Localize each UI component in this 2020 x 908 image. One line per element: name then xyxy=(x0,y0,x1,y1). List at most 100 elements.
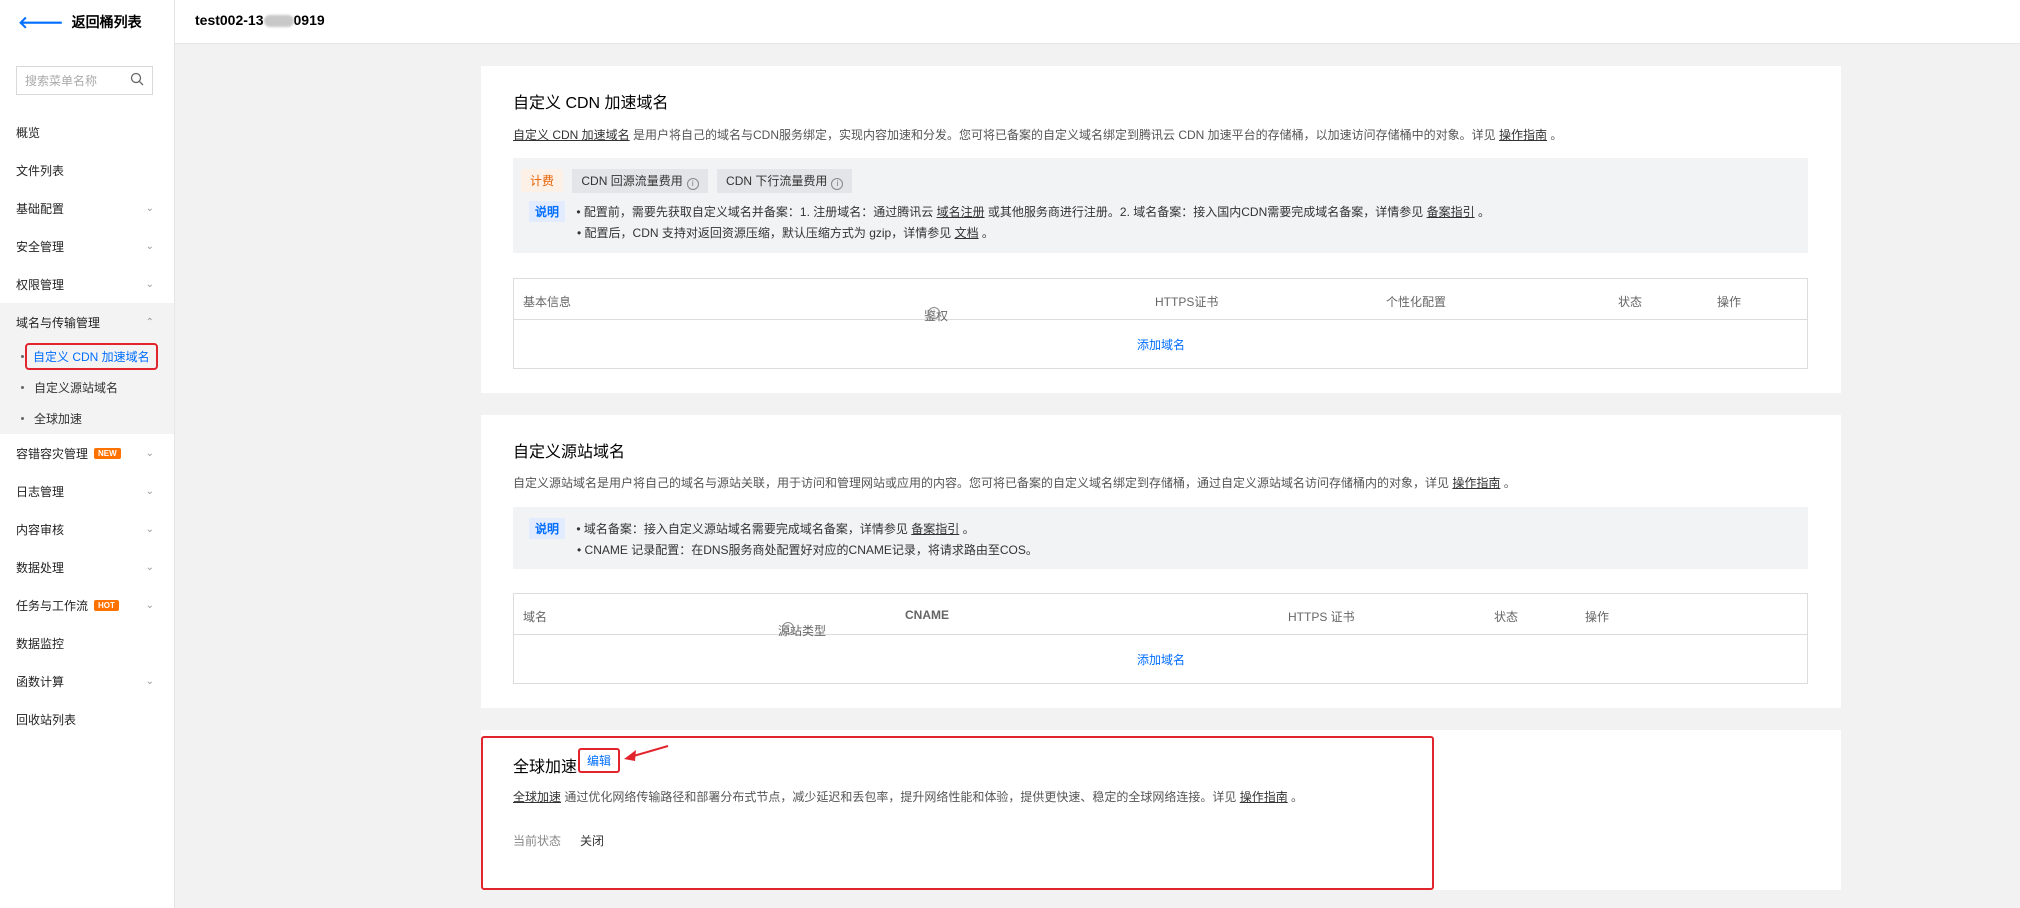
new-badge: NEW xyxy=(94,447,121,459)
sidebar-item-label: 日志管理 xyxy=(16,484,65,499)
table-body: 添加域名 xyxy=(514,320,1807,368)
sidebar-item-function[interactable]: 函数计算 ⌄ xyxy=(0,662,174,700)
sidebar-item-data[interactable]: 数据处理 ⌄ xyxy=(0,548,174,586)
note-row-1: 说明 • 配置前，需要先获取自定义域名并备案：1. 注册域名：通过腾讯云 域名注… xyxy=(529,201,1490,222)
table-body: 添加域名 xyxy=(514,635,1807,683)
sidebar-item-label: 内容审核 xyxy=(16,522,65,537)
note-text: • 域名备案：接入自定义源站域名需要完成域名备案，详情参见 xyxy=(576,522,912,536)
chevron-down-icon: ⌄ xyxy=(145,523,154,535)
bullet-icon xyxy=(21,386,24,389)
panel-title: 自定义 CDN 加速域名 xyxy=(513,95,669,112)
sidebar-item-label: 权限管理 xyxy=(16,277,65,292)
sidebar-item-security[interactable]: 安全管理 ⌄ xyxy=(0,227,174,265)
chevron-down-icon: ⌄ xyxy=(145,599,154,611)
guide-link[interactable]: 操作指南 xyxy=(1452,476,1500,490)
table-header: 基本信息 鉴权 i HTTPS证书 个性化配置 状态 操作 xyxy=(514,279,1807,323)
menu-search[interactable] xyxy=(16,66,153,95)
chevron-down-icon: ⌄ xyxy=(145,240,154,252)
sidebar-item-monitor[interactable]: 数据监控 xyxy=(0,624,174,662)
chevron-down-icon: ⌄ xyxy=(145,561,154,573)
add-origin-domain-link[interactable]: 添加域名 xyxy=(1137,651,1185,668)
fee-item-downstream[interactable]: CDN 下行流量费用 i xyxy=(717,169,853,193)
chevron-down-icon: ⌄ xyxy=(145,447,154,459)
sidebar-item-domain[interactable]: 域名与传输管理 ⌃ xyxy=(0,303,174,341)
sidebar-item-label: 容错容灾管理 xyxy=(16,446,89,461)
origin-notice-box: 说明 • 域名备案：接入自定义源站域名需要完成域名备案，详情参见 备案指引 。 … xyxy=(513,507,1808,569)
sidebar-subitem-origin[interactable]: 自定义源站域名 xyxy=(0,372,174,403)
note-row-2: • CNAME 记录配置：在DNS服务商处配置好对应的CNAME记录，将请求路由… xyxy=(577,543,1038,557)
desc-text: 是用户将自己的域名与CDN服务绑定，实现内容加速和分发。您可将已备案的自定义域名… xyxy=(629,128,1500,142)
desc-text: 自定义源站域名是用户将自己的域名与源站关联，用于访问和管理网站或应用的内容。您可… xyxy=(513,476,1453,490)
sidebar-item-audit[interactable]: 内容审核 ⌄ xyxy=(0,510,174,548)
info-icon[interactable]: i xyxy=(831,178,844,190)
fee-item-label: CDN 回源流量费用 xyxy=(581,174,683,188)
cdn-domain-table: 基本信息 鉴权 i HTTPS证书 个性化配置 状态 操作 添加域名 xyxy=(513,278,1808,369)
panel-description: 自定义 CDN 加速域名 是用户将自己的域名与CDN服务绑定，实现内容加速和分发… xyxy=(513,126,1562,143)
sidebar-item-label: 回收站列表 xyxy=(16,712,77,727)
edit-button[interactable]: 编辑 xyxy=(578,748,620,773)
sidebar-item-overview[interactable]: 概览 xyxy=(0,113,174,151)
fee-row: 计费 CDN 回源流量费用 i CDN 下行流量费用 i xyxy=(521,169,853,193)
fee-tag: 计费 xyxy=(521,169,564,192)
sidebar-item-recycle[interactable]: 回收站列表 xyxy=(0,700,174,738)
sidebar-item-permission[interactable]: 权限管理 ⌄ xyxy=(0,265,174,303)
info-icon[interactable]: i xyxy=(686,178,699,190)
sidebar-subitem-label: 全球加速 xyxy=(34,412,83,426)
menu-search-input[interactable] xyxy=(25,73,130,88)
sidebar-item-log[interactable]: 日志管理 ⌄ xyxy=(0,472,174,510)
note-text: 。 xyxy=(978,226,994,240)
search-icon[interactable] xyxy=(130,72,144,89)
back-to-bucket-list-button[interactable]: 🡐 返回桶列表 xyxy=(18,12,142,32)
sidebar-item-workflow[interactable]: 任务与工作流 HOT ⌄ xyxy=(0,586,174,624)
sidebar-item-label: 安全管理 xyxy=(16,239,65,254)
sidebar-item-basic[interactable]: 基础配置 ⌄ xyxy=(0,189,174,227)
sidebar: 🡐 返回桶列表 概览 文件列表 基础配置 ⌄ 安全管理 ⌄ 权限管理 ⌄ 域名与传输管… xyxy=(0,0,175,908)
info-icon[interactable]: i xyxy=(928,307,940,319)
cdn-domain-link[interactable]: 自定义 CDN 加速域名 xyxy=(513,128,630,142)
panel-title: 自定义源站域名 xyxy=(513,444,626,461)
col-action: 操作 xyxy=(1585,610,1610,624)
bucket-name: test002-13 0919 xyxy=(195,12,325,28)
note-text: • 配置前，需要先获取自定义域名并备案：1. 注册域名：通过腾讯云 xyxy=(576,205,937,219)
sidebar-subitem-cdn[interactable]: 自定义 CDN 加速域名 xyxy=(0,341,174,372)
cdn-notice-box: 计费 CDN 回源流量费用 i CDN 下行流量费用 i 说明 • 配置前，需要先获… xyxy=(513,158,1808,253)
annotation-arrow-icon xyxy=(624,745,669,761)
col-status: 状态 xyxy=(1618,295,1643,309)
sidebar-subitem-global[interactable]: 全球加速 xyxy=(0,403,174,434)
sidebar-subitem-label: 自定义源站域名 xyxy=(34,381,119,395)
chevron-down-icon: ⌄ xyxy=(145,202,154,214)
sidebar-item-label: 数据处理 xyxy=(16,560,65,575)
origin-domain-panel: 自定义源站域名 自定义源站域名是用户将自己的域名与源站关联，用于访问和管理网站或… xyxy=(481,415,1841,708)
info-icon[interactable]: i xyxy=(782,622,794,634)
bullet-icon xyxy=(21,355,24,358)
sidebar-item-label: 函数计算 xyxy=(16,674,65,689)
sidebar-item-label: 概览 xyxy=(16,125,41,140)
doc-link[interactable]: 文档 xyxy=(955,226,979,240)
note-tag: 说明 xyxy=(529,518,566,539)
sidebar-menu: 概览 文件列表 基础配置 ⌄ 安全管理 ⌄ 权限管理 ⌄ 域名与传输管理 ⌃ 自定义 C… xyxy=(0,113,174,738)
note-row-1: 说明 • 域名备案：接入自定义源站域名需要完成域名备案，详情参见 备案指引 。 xyxy=(529,518,975,539)
arrow-left-icon: 🡐 xyxy=(18,12,64,32)
add-cdn-domain-link[interactable]: 添加域名 xyxy=(1137,336,1185,353)
sidebar-item-files[interactable]: 文件列表 xyxy=(0,151,174,189)
note-row-2: • 配置后，CDN 支持对返回资源压缩，默认压缩方式为 gzip，详情参见 文档… xyxy=(577,224,994,241)
bucket-name-suffix: 0919 xyxy=(293,12,325,28)
note-text: 或其他服务商进行注册。2. 域名备案：接入国内CDN需要完成域名备案，详情参见 xyxy=(984,205,1427,219)
sidebar-subitem-label: 自定义 CDN 加速域名 xyxy=(25,343,158,370)
bucket-name-prefix: test002-13 xyxy=(195,12,264,28)
desc-end: 。 xyxy=(1500,476,1516,490)
icp-guide-link[interactable]: 备案指引 xyxy=(911,522,959,536)
sidebar-group-domain: 域名与传输管理 ⌃ 自定义 CDN 加速域名 自定义源站域名 全球加速 xyxy=(0,303,174,434)
sidebar-item-disaster[interactable]: 容错容灾管理 NEW ⌄ xyxy=(0,434,174,472)
guide-link[interactable]: 操作指南 xyxy=(1499,128,1547,142)
domain-register-link[interactable]: 域名注册 xyxy=(937,205,985,219)
sidebar-item-label: 域名与传输管理 xyxy=(16,315,101,330)
chevron-down-icon: ⌄ xyxy=(145,675,154,687)
chevron-up-icon: ⌃ xyxy=(145,316,154,328)
origin-domain-table: 域名 源站类型 i CNAME HTTPS 证书 状态 操作 添加域名 xyxy=(513,593,1808,684)
sidebar-item-label: 基础配置 xyxy=(16,201,65,216)
desc-end: 。 xyxy=(1547,128,1563,142)
icp-guide-link[interactable]: 备案指引 xyxy=(1427,205,1475,219)
fee-item-origin[interactable]: CDN 回源流量费用 i xyxy=(572,169,708,193)
sidebar-item-label: 数据监控 xyxy=(16,636,65,651)
